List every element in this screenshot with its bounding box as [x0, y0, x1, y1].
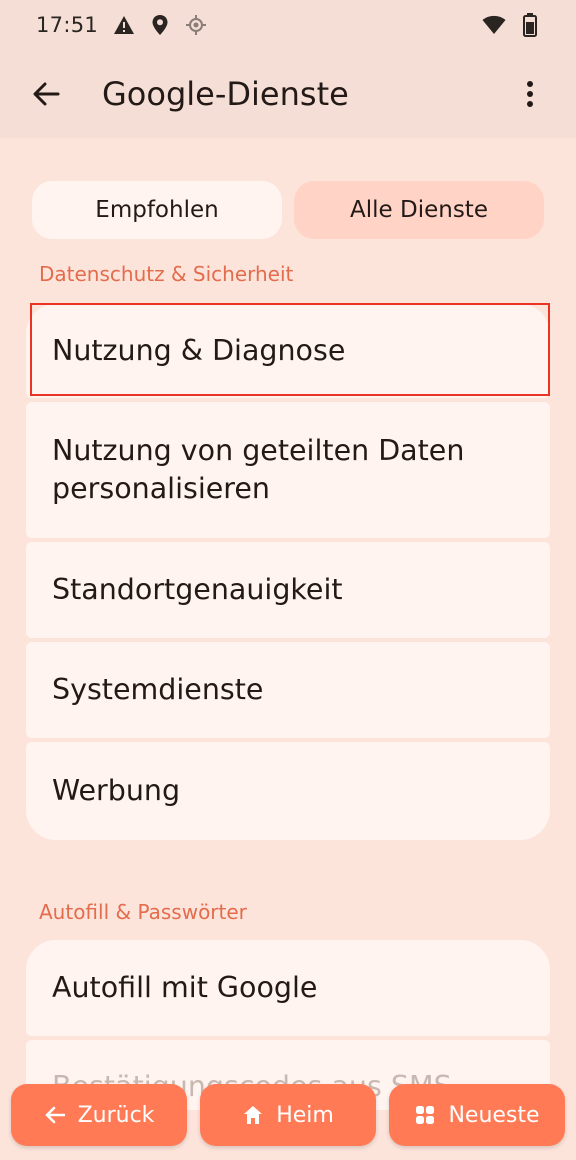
status-bar: 17:51	[0, 0, 576, 50]
list-item-label: Nutzung & Diagnose	[52, 334, 346, 367]
list-item-label: Systemdienste	[52, 673, 264, 706]
nav-recent-label: Neueste	[448, 1102, 540, 1128]
battery-icon	[518, 13, 542, 37]
app-bar: Google-Dienste	[0, 50, 576, 138]
section-header-autofill: Autofill & Passwörter	[39, 900, 247, 924]
nav-back-button[interactable]: Zurück	[11, 1084, 187, 1146]
page-title: Google-Dienste	[102, 75, 349, 113]
arrow-left-icon	[44, 1104, 66, 1126]
location-pin-icon	[148, 13, 172, 37]
grid-icon	[414, 1104, 436, 1126]
tab-all-services-label: Alle Dienste	[350, 197, 488, 223]
nav-back-label: Zurück	[77, 1102, 155, 1128]
tab-recommended-label: Empfohlen	[95, 197, 219, 223]
list-item-usage-diagnostics[interactable]: Nutzung & Diagnose	[26, 304, 550, 398]
list-item-ads[interactable]: Werbung	[26, 742, 550, 840]
gps-icon	[184, 13, 208, 37]
list-item-label: Autofill mit Google	[52, 971, 318, 1004]
tab-all-services[interactable]: Alle Dienste	[294, 181, 544, 239]
bottom-nav: Zurück Heim Neueste	[0, 1072, 576, 1160]
nav-home-button[interactable]: Heim	[200, 1084, 376, 1146]
list-item-label: Nutzung von geteilten Daten personalisie…	[52, 434, 465, 505]
list-item-personalize-shared-data[interactable]: Nutzung von geteilten Daten personalisie…	[26, 402, 550, 538]
list-item-label: Werbung	[52, 774, 181, 807]
list-item-label: Standortgenauigkeit	[52, 573, 343, 606]
more-vert-icon[interactable]	[506, 70, 554, 118]
status-time: 17:51	[36, 13, 99, 37]
arrow-left-icon[interactable]	[22, 70, 70, 118]
wifi-icon	[482, 13, 506, 37]
nav-home-label: Heim	[276, 1102, 334, 1128]
nav-recent-button[interactable]: Neueste	[389, 1084, 565, 1146]
warning-icon	[112, 13, 136, 37]
list-item-location-accuracy[interactable]: Standortgenauigkeit	[26, 542, 550, 638]
list-item-system-services[interactable]: Systemdienste	[26, 642, 550, 738]
section-header-privacy: Datenschutz & Sicherheit	[39, 262, 294, 286]
home-icon	[242, 1104, 264, 1126]
tab-recommended[interactable]: Empfohlen	[32, 181, 282, 239]
list-item-autofill-google[interactable]: Autofill mit Google	[26, 940, 550, 1036]
